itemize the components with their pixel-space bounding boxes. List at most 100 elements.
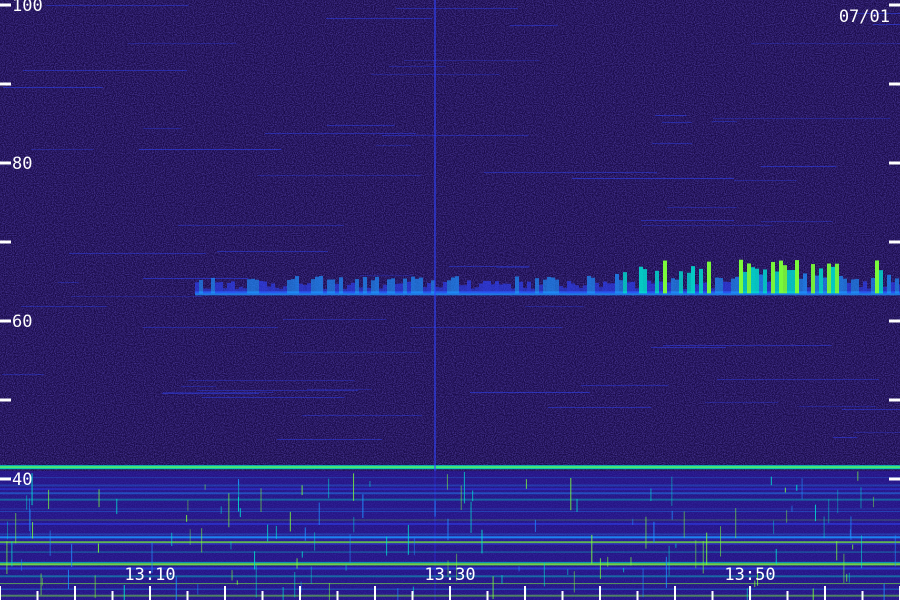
noise-streak [548, 407, 652, 408]
impulsive-spike [304, 527, 306, 541]
emission-burst [427, 283, 431, 294]
emission-burst [551, 277, 555, 294]
emission-burst [647, 280, 651, 294]
impulsive-spike [675, 543, 677, 548]
emission-burst [203, 288, 207, 294]
x-tick-label: 13:30 [424, 565, 475, 585]
y-tick-right [889, 161, 900, 165]
emission-burst [555, 279, 559, 294]
emission-burst [779, 260, 783, 294]
noise-streak [396, 8, 518, 9]
emission-burst [823, 277, 827, 294]
low-frequency-streak [0, 492, 900, 495]
emission-burst [855, 278, 859, 294]
impulsive-spike [642, 568, 644, 598]
emission-burst [471, 288, 475, 294]
noise-streak [389, 66, 446, 67]
emission-burst [195, 282, 199, 294]
emission-burst [747, 263, 751, 294]
impulsive-spike [447, 518, 449, 541]
impulsive-spike [30, 509, 32, 539]
low-frequency-streak [0, 561, 900, 563]
emission-burst [795, 260, 799, 294]
emission-burst [811, 264, 815, 294]
impulsive-spike [518, 566, 520, 572]
x-tick [599, 586, 601, 600]
impulsive-spike [770, 476, 772, 486]
noise-streak [799, 406, 877, 407]
noise-streak [3, 87, 103, 88]
impulsive-spike [746, 588, 748, 600]
emission-burst [755, 268, 759, 294]
emission-burst [475, 287, 479, 294]
y-tick-right [889, 477, 900, 481]
x-tick [824, 586, 826, 600]
impulsive-spike [255, 565, 257, 598]
noise-streak [572, 178, 734, 179]
impulsive-spike [230, 541, 232, 550]
emission-burst [363, 277, 367, 294]
noise-streak [525, 306, 584, 307]
emission-burst [231, 281, 235, 294]
emission-burst [575, 285, 579, 294]
impulsive-spike [860, 487, 862, 509]
emission-burst [487, 280, 491, 294]
noise-streak [265, 133, 417, 134]
impulsive-spike [294, 571, 296, 598]
noise-streak [143, 278, 249, 279]
emission-burst [323, 288, 327, 294]
x-tick [786, 591, 789, 600]
emission-burst [383, 284, 387, 294]
emission-burst [339, 277, 343, 294]
impulsive-spike [238, 478, 240, 486]
emission-burst [295, 276, 299, 294]
y-tick-left [0, 319, 11, 323]
emission-burst [307, 283, 311, 294]
impulsive-spike [310, 566, 312, 584]
emission-burst [839, 275, 843, 294]
impulsive-spike [407, 524, 409, 555]
noise-streak [283, 352, 421, 353]
emission-burst [327, 279, 331, 294]
x-tick [0, 586, 1, 600]
x-tick [74, 586, 76, 600]
noise-streak [510, 25, 558, 26]
impulsive-spike [21, 559, 23, 571]
emission-burst [887, 274, 891, 294]
x-tick [561, 591, 564, 600]
x-tick [149, 586, 151, 600]
emission-burst [751, 267, 755, 294]
emission-burst [867, 288, 871, 294]
impulsive-spike [239, 508, 241, 518]
noise-streak [652, 143, 693, 144]
emission-burst [399, 283, 403, 294]
emission-burst [679, 271, 683, 294]
emission-burst [343, 288, 347, 294]
impulsive-spike [784, 487, 786, 493]
impulsive-spike [481, 529, 483, 554]
noise-streak [197, 390, 359, 391]
emission-burst [719, 278, 723, 294]
impulsive-spike [40, 573, 42, 596]
impulsive-spike [463, 472, 465, 504]
emission-burst [511, 288, 515, 294]
emission-burst [239, 286, 243, 294]
emission-burst [279, 288, 283, 294]
emission-burst [655, 270, 659, 294]
low-frequency-streak [0, 522, 900, 525]
emission-burst [275, 287, 279, 294]
y-tick-right [889, 398, 900, 402]
emission-burst [207, 288, 211, 294]
impulsive-spike [695, 540, 697, 569]
emission-burst [355, 279, 359, 294]
noise-streak [854, 432, 900, 433]
emission-burst [815, 275, 819, 294]
emission-burst [447, 280, 451, 294]
impulsive-spike [775, 548, 777, 565]
impulsive-spike [397, 588, 399, 600]
impulsive-spike [301, 551, 303, 558]
emission-burst [675, 279, 679, 294]
emission-burst [703, 282, 707, 294]
impulsive-spike [116, 498, 118, 515]
emission-burst [895, 278, 899, 294]
